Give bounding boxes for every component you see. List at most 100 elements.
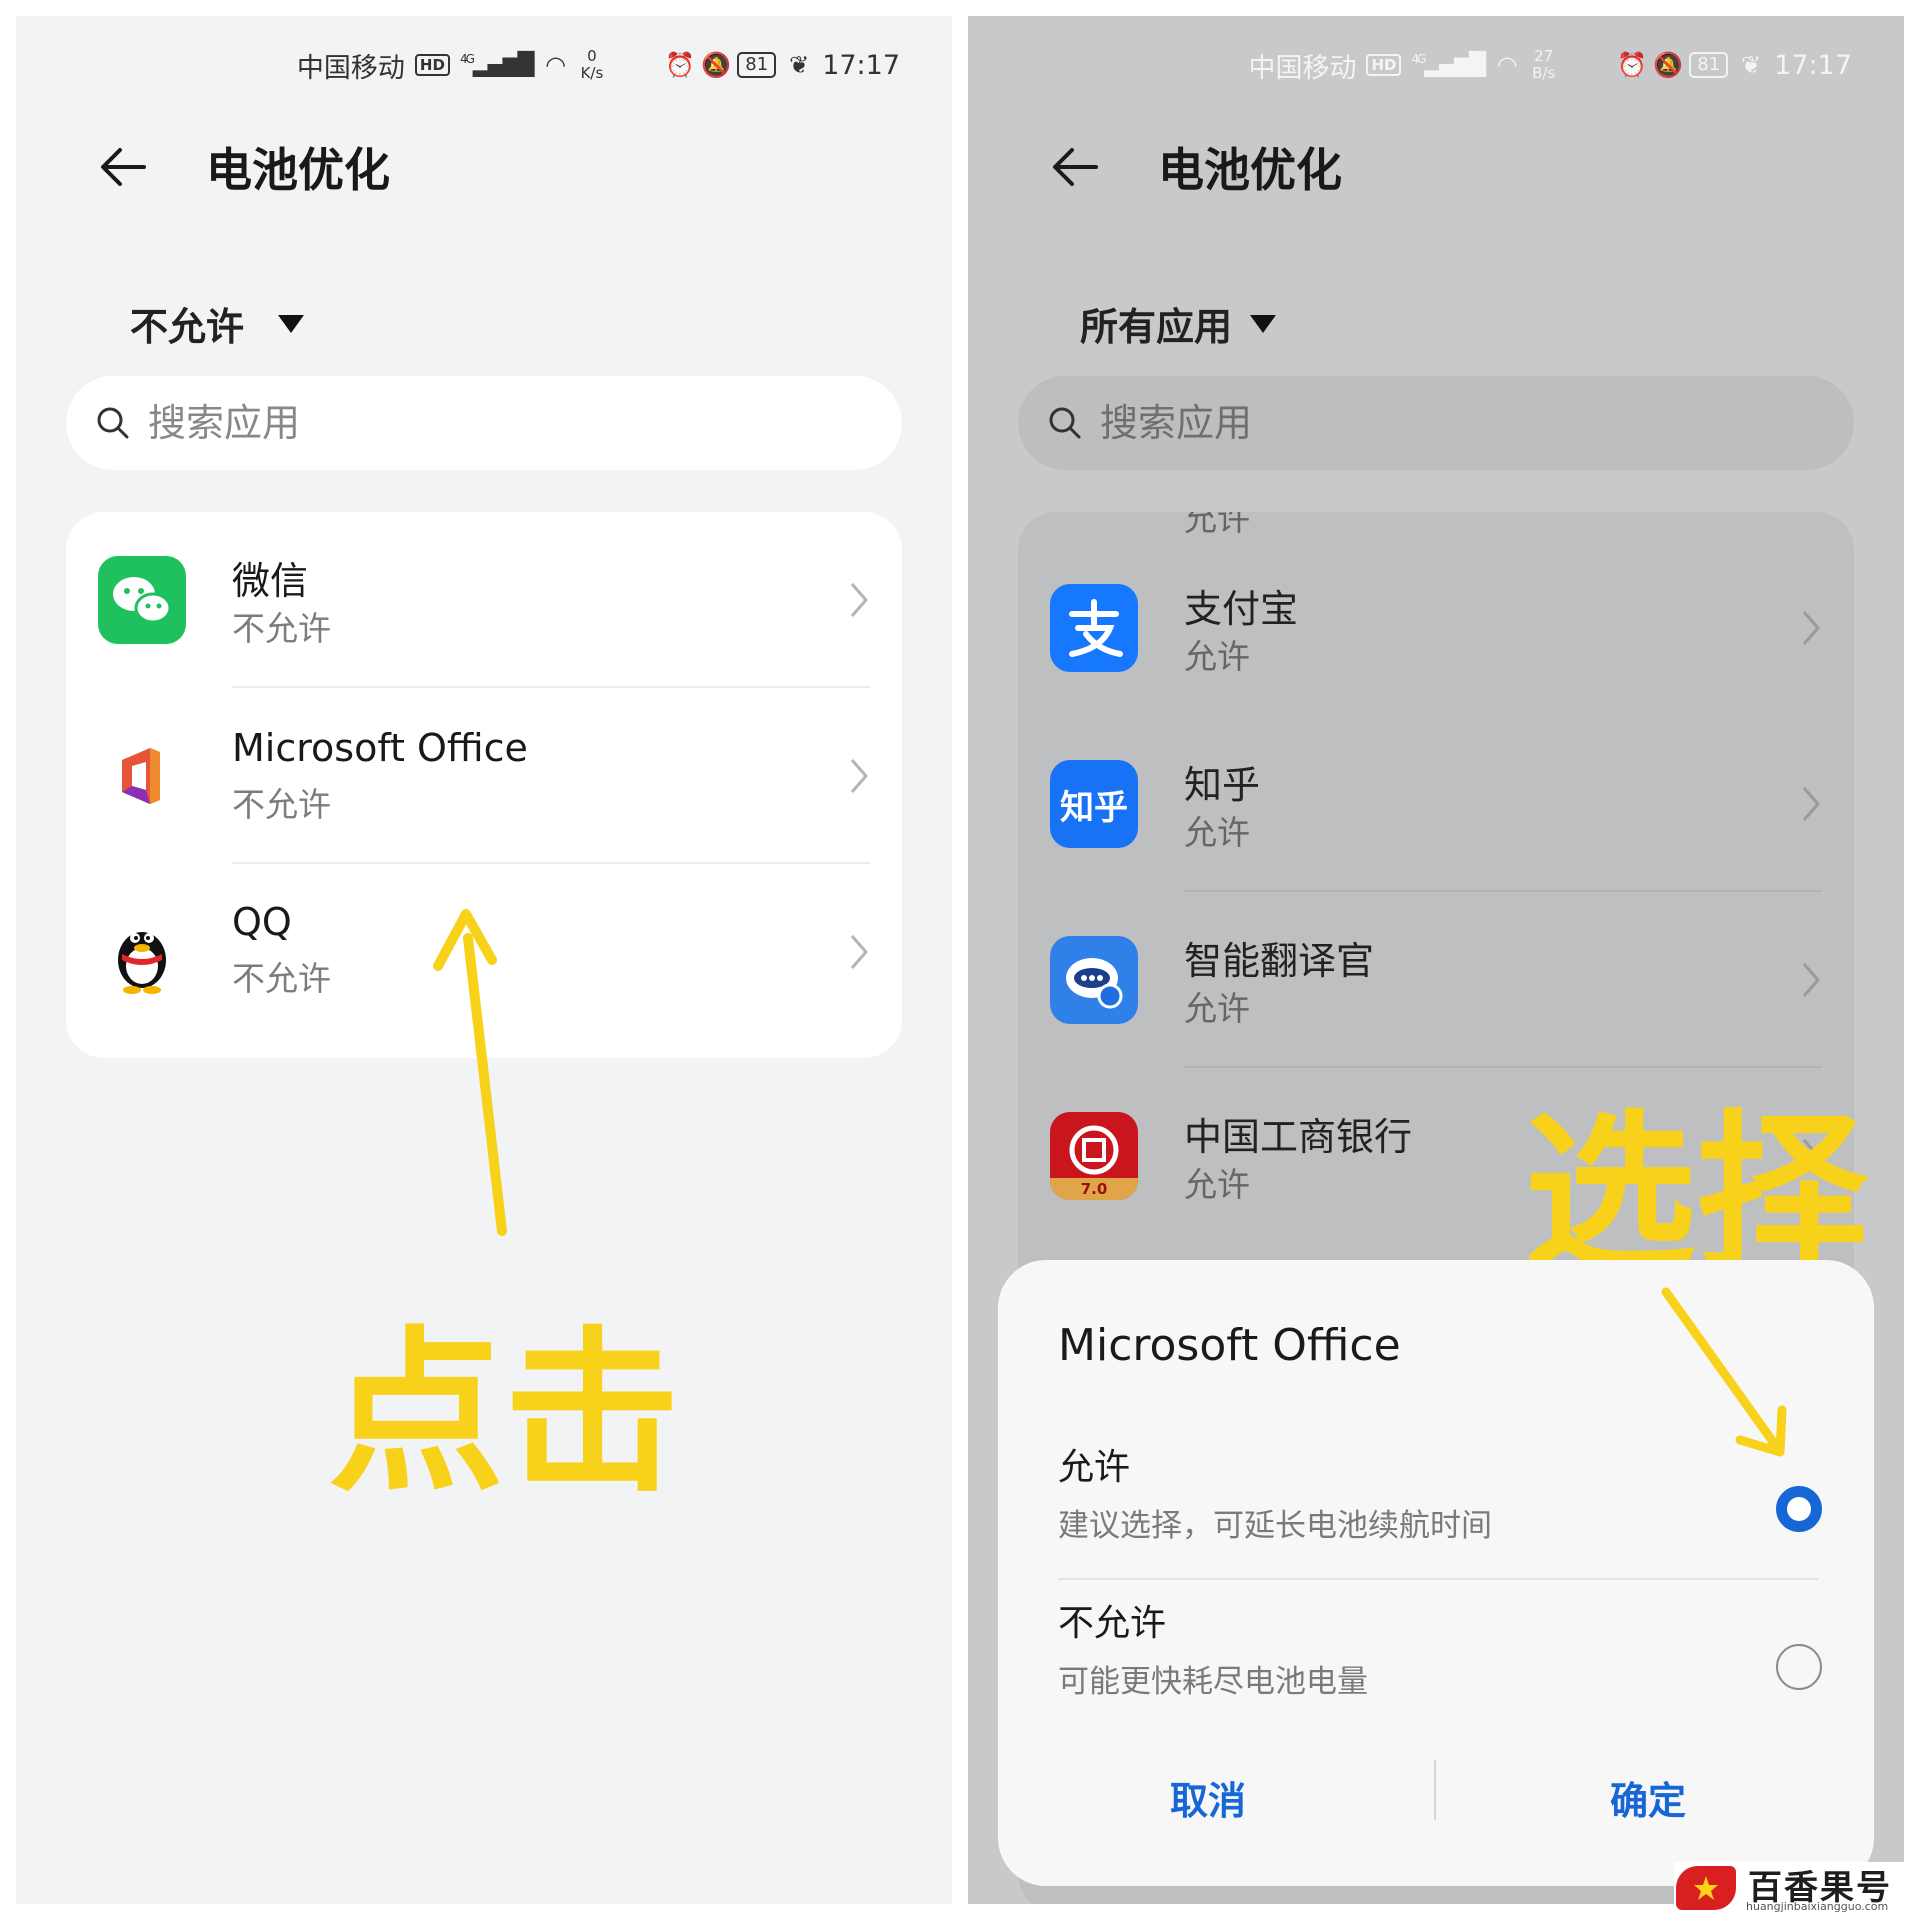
- search-bar[interactable]: [1018, 376, 1854, 470]
- chevron-right-icon: [850, 935, 868, 969]
- network-speed: 27 B/s: [1532, 48, 1555, 82]
- hd-badge: HD: [414, 54, 450, 76]
- speed-unit: K/s: [580, 64, 604, 82]
- option-label: 不允许: [1058, 1603, 1167, 1644]
- page-header: 电池优化: [96, 134, 390, 200]
- wifi-icon: ◠: [545, 51, 567, 79]
- radio-disallow[interactable]: [1776, 1644, 1822, 1690]
- left-screen: 中国移动 HD 4G▂▄▆█ ◠ 0 K/s ⏰ 🔕 81 ❦ 17:17 电池…: [16, 16, 952, 1904]
- search-bar[interactable]: [66, 376, 902, 470]
- radio-allow-selected[interactable]: [1776, 1486, 1822, 1532]
- signal-icon: 4G▂▄▆█: [459, 52, 535, 78]
- app-status: 不允许: [232, 959, 331, 998]
- confirm-button[interactable]: 确定: [1438, 1770, 1858, 1825]
- leaf-icon: ❦: [789, 51, 810, 79]
- status-bar: 中国移动 HD 4G▂▄▆█ ◠ 0 K/s ⏰ 🔕 81 ❦ 17:17: [297, 44, 900, 86]
- dialog-title: Microsoft Office: [1058, 1320, 1401, 1371]
- icbc-icon: 7.0: [1050, 1112, 1138, 1200]
- button-separator: [1434, 1760, 1436, 1820]
- page-title: 电池优化: [1158, 143, 1342, 197]
- option-desc: 可能更快耗尽电池电量: [1058, 1664, 1368, 1700]
- signal-icon: 4G▂▄▆█: [1411, 52, 1486, 78]
- alarm-icon: ⏰: [665, 51, 696, 79]
- page-title: 电池优化: [206, 143, 390, 197]
- qq-icon: [98, 908, 186, 996]
- mute-bell-icon: 🔕: [1653, 51, 1684, 79]
- network-type: 4G: [459, 52, 475, 67]
- chevron-right-icon: [1802, 611, 1820, 645]
- app-name: QQ: [232, 900, 292, 944]
- wechat-icon: [98, 556, 186, 644]
- battery-icon: 81: [1689, 52, 1729, 78]
- partial-item-status: 允许: [1184, 512, 1250, 538]
- watermark-url: huangjinbaixiangguo.com: [1746, 1900, 1889, 1913]
- network-speed: 0 K/s: [581, 48, 604, 82]
- list-item-alipay[interactable]: 支付宝 允许: [1018, 540, 1854, 716]
- alipay-icon: [1050, 584, 1138, 672]
- search-input[interactable]: [1100, 401, 1800, 445]
- caret-down-icon: [278, 314, 305, 333]
- app-status: 不允许: [232, 785, 331, 824]
- annotation-click-label: 点击: [328, 1311, 681, 1516]
- mute-bell-icon: 🔕: [701, 51, 732, 79]
- option-divider: [1058, 1578, 1818, 1580]
- back-arrow-icon[interactable]: [96, 140, 150, 194]
- search-input[interactable]: [148, 401, 848, 445]
- app-status: 允许: [1184, 813, 1250, 852]
- zhihu-icon: 知乎: [1050, 760, 1138, 848]
- chevron-right-icon: [850, 583, 868, 617]
- app-status: 允许: [1184, 637, 1250, 676]
- app-status: 允许: [1184, 1165, 1250, 1204]
- filter-label: 不允许: [130, 305, 245, 349]
- zhihu-icon-text: 知乎: [1060, 787, 1128, 828]
- option-disallow[interactable]: 不允许 可能更快耗尽电池电量: [1058, 1594, 1822, 1701]
- list-item-zhihu[interactable]: 知乎 知乎 允许: [1018, 716, 1854, 892]
- annotation-arrow-up: [433, 909, 507, 1236]
- app-status: 不允许: [232, 609, 331, 648]
- filter-label: 所有应用: [1080, 305, 1233, 349]
- chevron-right-icon: [850, 759, 868, 793]
- right-screen: 中国移动 HD 4G▂▄▆█ ◠ 27 B/s ⏰ 🔕 81 ❦ 17:17 电…: [968, 16, 1904, 1904]
- list-item-wechat[interactable]: 微信 不允许: [66, 512, 902, 688]
- speed-value: 0: [587, 47, 597, 65]
- wifi-icon: ◠: [1496, 51, 1518, 79]
- app-name: 支付宝: [1184, 587, 1299, 631]
- app-name: 微信: [232, 559, 309, 603]
- cancel-button[interactable]: 取消: [998, 1770, 1418, 1825]
- app-name: 智能翻译官: [1184, 939, 1375, 983]
- icbc-version-label: 7.0: [1080, 1180, 1108, 1198]
- speed-value: 27: [1534, 47, 1554, 65]
- carrier-label: 中国移动: [296, 52, 405, 84]
- carrier-label: 中国移动: [1248, 52, 1357, 84]
- battery-icon: 81: [737, 52, 777, 78]
- page-header: 电池优化: [1048, 134, 1342, 200]
- search-icon: [1049, 407, 1081, 439]
- status-bar: 中国移动 HD 4G▂▄▆█ ◠ 27 B/s ⏰ 🔕 81 ❦ 17:17: [1248, 44, 1852, 86]
- chevron-right-icon: [1802, 963, 1820, 997]
- filter-dropdown[interactable]: 所有应用: [1080, 296, 1277, 351]
- speed-unit: B/s: [1532, 64, 1556, 82]
- filter-dropdown[interactable]: 不允许: [130, 296, 305, 351]
- chevron-right-icon: [1802, 787, 1820, 821]
- watermark: 百香果号 huangjinbaixiangguo.com: [1674, 1862, 1914, 1916]
- annotation-arrow-down: [1661, 1287, 1787, 1457]
- app-name: 中国工商银行: [1184, 1115, 1413, 1159]
- list-item-microsoft-office[interactable]: Microsoft Office 不允许: [66, 688, 902, 864]
- app-status: 允许: [1184, 989, 1250, 1028]
- office-icon: [98, 732, 186, 820]
- clock: 17:17: [1774, 49, 1852, 81]
- caret-down-icon: [1250, 314, 1277, 333]
- app-name: 知乎: [1184, 763, 1261, 807]
- option-desc: 建议选择，可延长电池续航时间: [1058, 1508, 1492, 1544]
- list-item-translator[interactable]: 智能翻译官 允许: [1018, 892, 1854, 1068]
- translator-icon: [1050, 936, 1138, 1024]
- alarm-icon: ⏰: [1617, 51, 1648, 79]
- clock: 17:17: [822, 49, 900, 81]
- back-arrow-icon[interactable]: [1048, 140, 1102, 194]
- hd-badge: HD: [1366, 54, 1402, 76]
- leaf-icon: ❦: [1741, 51, 1762, 79]
- watermark-logo-icon: [1676, 1866, 1736, 1910]
- network-type: 4G: [1411, 52, 1426, 67]
- app-name: Microsoft Office: [232, 726, 528, 770]
- search-icon: [97, 407, 129, 439]
